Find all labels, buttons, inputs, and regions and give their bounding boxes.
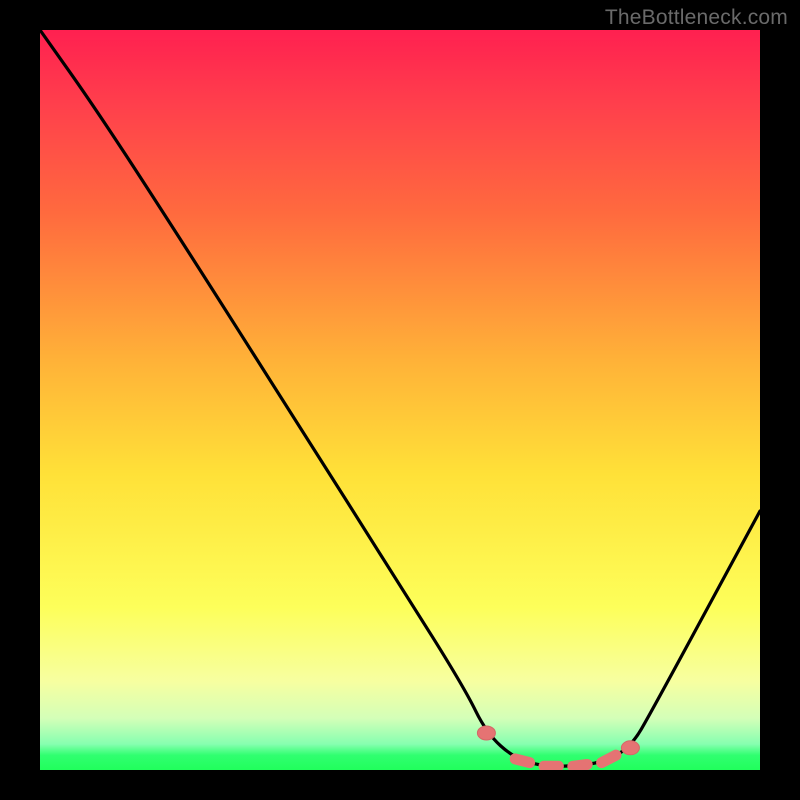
chart-frame: TheBottleneck.com [0,0,800,800]
marker-dash [573,765,587,767]
bottleneck-curve-path [40,30,760,766]
marker-dash [602,755,616,762]
marker-end-dot [621,741,639,755]
marker-dash [515,759,529,763]
curve-svg [40,30,760,770]
watermark-text: TheBottleneck.com [605,6,788,30]
plot-area [40,30,760,770]
marker-end-dot [477,726,495,740]
